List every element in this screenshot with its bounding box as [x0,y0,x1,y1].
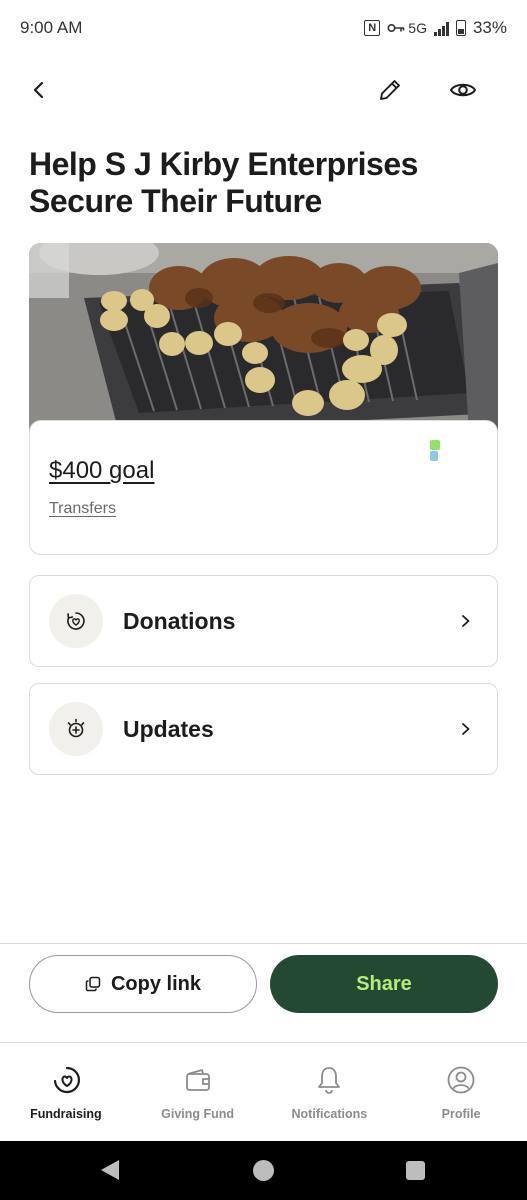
sparkle-plus-icon [67,718,85,738]
chevron-right-icon [451,721,481,737]
battery-percent: 33% [472,18,507,37]
tab-notifications[interactable]: Notifications [264,1043,396,1141]
chevron-right-icon [451,613,481,629]
back-arrow-icon [33,81,44,99]
edit-button[interactable] [368,68,412,112]
system-back-icon[interactable] [101,1160,119,1180]
goal-card: $400 goal Transfers [29,420,498,555]
heart-swirl-icon [53,1066,80,1094]
tab-fundraising-label: Fundraising [30,1107,102,1121]
battery-icon [455,20,466,36]
updates-label: Updates [123,715,214,742]
network-label: 5G [408,20,427,36]
donations-row[interactable]: Donations [29,575,498,667]
system-home-icon[interactable] [253,1160,274,1181]
updates-icon-wrap [49,702,103,756]
updates-row[interactable]: Updates [29,683,498,775]
action-bar-divider [0,943,527,944]
signal-icon [433,21,449,36]
system-recents-icon[interactable] [406,1161,425,1180]
tab-notifications-label: Notifications [291,1107,368,1121]
share-label: Share [356,972,412,995]
preview-button[interactable] [441,68,485,112]
bell-icon [318,1067,341,1094]
donations-label: Donations [123,607,236,634]
copy-icon [85,976,101,992]
tab-profile-label: Profile [441,1107,481,1121]
copy-link-label: Copy link [110,972,201,995]
eye-icon [450,83,476,97]
pencil-icon [380,80,400,100]
top-nav [0,66,527,114]
grill-photo-image [29,243,498,433]
fundraiser-title: Help S J Kirby Enterprises Secure Their … [29,146,418,219]
goal-amount-link[interactable]: $400 goal [49,457,154,485]
status-time: 9:00 AM [20,18,83,37]
profile-icon [447,1066,475,1094]
fundraiser-photo [29,243,498,433]
status-bar: 9:00 AM N 5G 33% [0,0,527,56]
bottom-tab-bar: Fundraising Giving Fund Notifications Pr… [0,1043,527,1141]
share-button[interactable]: Share [270,955,498,1013]
nfc-icon: N [364,20,381,36]
tab-profile[interactable]: Profile [395,1043,527,1141]
back-button[interactable] [17,68,61,112]
vpn-key-icon [387,23,405,33]
donations-icon-wrap [49,594,103,648]
transfers-link[interactable]: Transfers [49,500,116,518]
progress-indicator-icon [430,440,440,461]
wallet-icon [185,1069,210,1091]
tab-giving-fund[interactable]: Giving Fund [132,1043,264,1141]
status-icons: N 5G 33% [364,18,507,38]
tab-giving-fund-label: Giving Fund [161,1107,235,1121]
system-nav-bar [0,1141,527,1200]
tab-fundraising[interactable]: Fundraising [0,1043,132,1141]
heart-in-circle-icon [67,612,85,630]
copy-link-button[interactable]: Copy link [29,955,257,1013]
